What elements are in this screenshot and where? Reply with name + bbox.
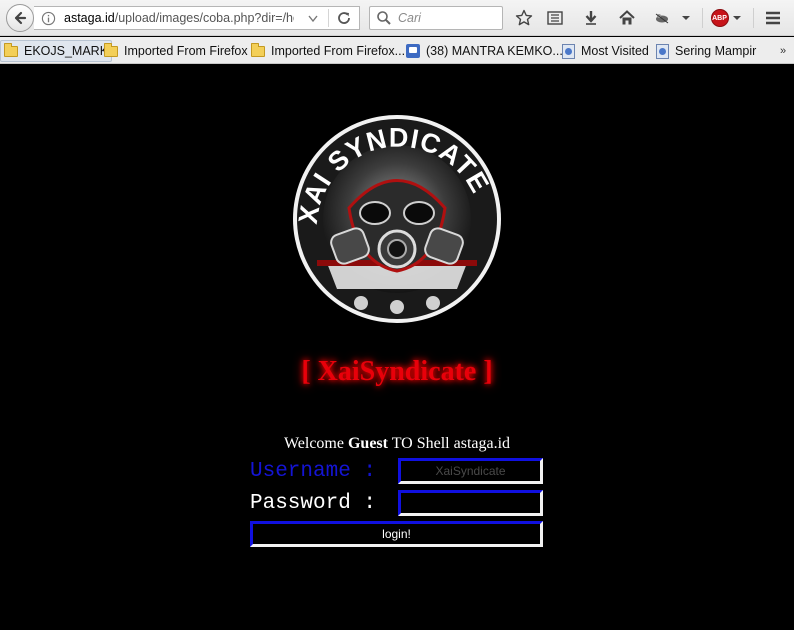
- bookmark-label: Most Visited: [581, 44, 649, 58]
- bookmark-mantra-kemko[interactable]: (38) MANTRA KEMKO...: [406, 41, 563, 61]
- url-path: /upload/images/coba.php?dir=/hoi: [114, 11, 294, 25]
- extension-dropdown-icon[interactable]: [679, 8, 693, 28]
- username-input[interactable]: [398, 458, 543, 484]
- bookmark-label: (38) MANTRA KEMKO...: [426, 44, 563, 58]
- folder-icon: [4, 42, 18, 57]
- adblock-plus-badge: ABP: [710, 9, 729, 27]
- youtube-icon: [406, 44, 420, 58]
- back-arrow-icon: [14, 11, 27, 25]
- reload-icon[interactable]: [336, 10, 352, 26]
- info-icon[interactable]: [40, 10, 56, 26]
- download-icon[interactable]: [581, 8, 601, 28]
- browser-toolbar: astaga.id/upload/images/coba.php?dir=/ho…: [0, 0, 794, 36]
- password-input[interactable]: [398, 490, 543, 516]
- password-label: Password :: [250, 491, 377, 515]
- search-bar[interactable]: Cari: [369, 6, 503, 30]
- folder-icon: [104, 42, 118, 57]
- username-row: Username :: [250, 458, 543, 484]
- welcome-prefix: Welcome: [283, 435, 344, 452]
- welcome-user: Guest: [347, 435, 388, 452]
- bookmark-sering-mampir[interactable]: Sering Mampir: [656, 41, 756, 61]
- url-host: astaga.id: [64, 11, 115, 25]
- username-label: Username :: [250, 459, 377, 483]
- bookmark-imported-from-firefox-2[interactable]: Imported From Firefox...: [251, 41, 405, 61]
- page-icon: [656, 43, 669, 59]
- toolbar-separator: [753, 8, 754, 28]
- back-button[interactable]: [6, 4, 34, 32]
- brand-title: [ XaiSyndicate ]: [301, 356, 493, 387]
- bookmarks-toolbar: EKOJS_MARK Imported From Firefox Importe…: [0, 37, 794, 64]
- page-icon: [562, 43, 575, 59]
- extension-icon[interactable]: [652, 8, 672, 28]
- page-content: XAI SYNDICATE [ XaiSyndicate ] Welcome G…: [0, 65, 794, 630]
- bookmark-label: EKOJS_MARK: [24, 44, 109, 58]
- reading-list-icon[interactable]: [545, 8, 565, 28]
- login-button[interactable]: login!: [250, 521, 543, 547]
- url-separator: [328, 9, 329, 27]
- bookmarks-overflow-icon[interactable]: »: [780, 45, 786, 57]
- menu-icon[interactable]: [763, 8, 783, 28]
- bookmark-imported-from-firefox[interactable]: Imported From Firefox: [104, 41, 248, 61]
- folder-icon: [251, 42, 265, 57]
- bookmark-ekojs-mark[interactable]: EKOJS_MARK: [0, 40, 113, 62]
- adblock-plus-icon[interactable]: ABP: [710, 8, 742, 28]
- bookmark-label: Imported From Firefox: [124, 44, 248, 58]
- dropdown-icon[interactable]: [306, 11, 320, 25]
- bookmark-most-visited[interactable]: Most Visited: [562, 41, 649, 61]
- home-icon[interactable]: [617, 8, 637, 28]
- xai-syndicate-logo: XAI SYNDICATE: [293, 115, 501, 323]
- bookmark-label: Imported From Firefox...: [271, 44, 406, 58]
- search-placeholder: Cari: [398, 11, 421, 25]
- search-icon: [377, 11, 391, 25]
- welcome-message: Welcome Guest TO Shell astaga.id: [0, 435, 794, 453]
- bookmark-star-icon[interactable]: [514, 8, 534, 28]
- welcome-suffix: TO Shell astaga.id: [391, 435, 511, 452]
- url-bar[interactable]: astaga.id/upload/images/coba.php?dir=/ho…: [34, 6, 360, 30]
- password-row: Password :: [250, 490, 543, 516]
- url-text[interactable]: astaga.id/upload/images/coba.php?dir=/ho…: [64, 11, 294, 25]
- bookmark-label: Sering Mampir: [675, 44, 757, 58]
- toolbar-separator: [702, 8, 703, 28]
